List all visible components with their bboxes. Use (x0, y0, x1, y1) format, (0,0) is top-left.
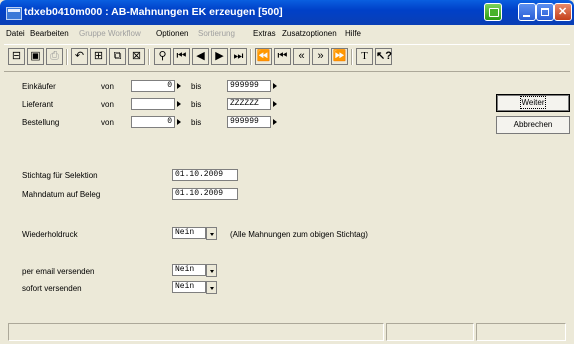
previous-set-icon[interactable]: ⏮ (274, 48, 291, 65)
session-icon[interactable] (484, 3, 502, 21)
exit-icon[interactable]: ⊟ (8, 48, 25, 65)
zoom-arrow-icon[interactable] (177, 101, 181, 107)
menu-datei[interactable]: Datei (6, 29, 25, 38)
first-set-icon[interactable]: ⏪ (255, 48, 272, 65)
label-stichtag: Stichtag für Selektion (22, 171, 98, 180)
delete-record-icon[interactable]: ⊠ (128, 48, 145, 65)
label-email: per email versenden (22, 267, 95, 276)
last-record-icon[interactable]: ⏭ (230, 48, 247, 65)
app-icon[interactable] (6, 7, 22, 20)
text-icon[interactable]: T (356, 48, 373, 65)
previous-page-icon[interactable]: « (293, 48, 310, 65)
menu-sortierung: Sortierung (198, 29, 235, 38)
toolbar: ⊟ ▣ ⎙ ↶ ⊞ ⧉ ⊠ ⚲ ⏮ ◀ ▶ ⏭ ⏪ ⏮ « » ⏩ T ↖? (4, 44, 570, 72)
print-icon[interactable]: ⎙ (46, 48, 63, 65)
zoom-arrow-icon[interactable] (273, 83, 277, 89)
status-panel (386, 323, 474, 341)
weiter-button-label: Weiter (519, 96, 547, 109)
maximize-button[interactable] (536, 3, 554, 21)
lieferant-to-field[interactable]: ZZZZZZ (227, 98, 271, 110)
minimize-button[interactable] (518, 3, 536, 21)
label-von: von (101, 100, 114, 109)
toolbar-separator (148, 49, 150, 65)
label-sofort: sofort versenden (22, 284, 82, 293)
label-lieferant: Lieferant (22, 100, 54, 109)
toolbar-separator (351, 49, 353, 65)
label-mahndatum: Mahndatum auf Beleg (22, 190, 101, 199)
zoom-arrow-icon[interactable] (273, 101, 277, 107)
einkaeufer-from-field[interactable]: 0 (131, 80, 175, 92)
save-icon[interactable]: ▣ (27, 48, 44, 65)
einkaeufer-to-field[interactable]: 999999 (227, 80, 271, 92)
menu-hilfe[interactable]: Hilfe (345, 29, 361, 38)
insert-record-icon[interactable]: ⊞ (90, 48, 107, 65)
bestellung-from-field[interactable]: 0 (131, 116, 175, 128)
menu-gruppe: Gruppe (79, 29, 106, 38)
chevron-down-icon[interactable] (206, 264, 217, 277)
next-set-icon[interactable]: ⏩ (331, 48, 348, 65)
zoom-arrow-icon[interactable] (177, 83, 181, 89)
lieferant-from-field[interactable] (131, 98, 175, 110)
label-bestellung: Bestellung (22, 118, 60, 127)
email-select[interactable]: Nein (172, 264, 206, 276)
next-record-icon[interactable]: ▶ (211, 48, 228, 65)
close-button[interactable] (554, 3, 572, 21)
zoom-arrow-icon[interactable] (273, 119, 277, 125)
chevron-down-icon[interactable] (206, 227, 217, 240)
zoom-arrow-icon[interactable] (177, 119, 181, 125)
label-von: von (101, 82, 114, 91)
undo-icon[interactable]: ↶ (71, 48, 88, 65)
menu-extras[interactable]: Extras (253, 29, 276, 38)
first-record-icon[interactable]: ⏮ (173, 48, 190, 65)
status-panel (476, 323, 566, 341)
stichtag-field[interactable]: 01.10.2009 (172, 169, 238, 181)
menu-bearbeiten[interactable]: Bearbeiten (30, 29, 69, 38)
label-bis: bis (191, 82, 202, 91)
abbrechen-button[interactable]: Abbrechen (496, 116, 570, 134)
menu-bar: Datei Bearbeiten Gruppe Workflow Optione… (0, 25, 574, 41)
next-page-icon[interactable]: » (312, 48, 329, 65)
bestellung-to-field[interactable]: 999999 (227, 116, 271, 128)
window-title: tdxeb0410m000 : AB-Mahnungen EK erzeugen… (24, 6, 283, 18)
label-bis: bis (191, 118, 202, 127)
menu-zusatzoptionen[interactable]: Zusatzoptionen (282, 29, 337, 38)
label-einkaeufer: Einkäufer (22, 82, 56, 91)
wiederholdruck-select[interactable]: Nein (172, 227, 206, 239)
weiter-button[interactable]: Weiter (496, 94, 570, 112)
label-bis: bis (191, 100, 202, 109)
toolbar-separator (250, 49, 252, 65)
label-von: von (101, 118, 114, 127)
wiederholdruck-hint: (Alle Mahnungen zum obigen Stichtag) (230, 230, 368, 239)
previous-record-icon[interactable]: ◀ (192, 48, 209, 65)
status-panel-main (8, 323, 384, 341)
status-bar (4, 323, 570, 342)
mahndatum-field[interactable]: 01.10.2009 (172, 188, 238, 200)
sofort-select[interactable]: Nein (172, 281, 206, 293)
context-help-icon[interactable]: ↖? (375, 48, 392, 65)
menu-optionen[interactable]: Optionen (156, 29, 188, 38)
title-bar: tdxeb0410m000 : AB-Mahnungen EK erzeugen… (0, 0, 574, 25)
toolbar-separator (66, 49, 68, 65)
chevron-down-icon[interactable] (206, 281, 217, 294)
find-icon[interactable]: ⚲ (154, 48, 171, 65)
menu-workflow: Workflow (108, 29, 141, 38)
label-wiederholdruck: Wiederholdruck (22, 230, 78, 239)
copy-record-icon[interactable]: ⧉ (109, 48, 126, 65)
